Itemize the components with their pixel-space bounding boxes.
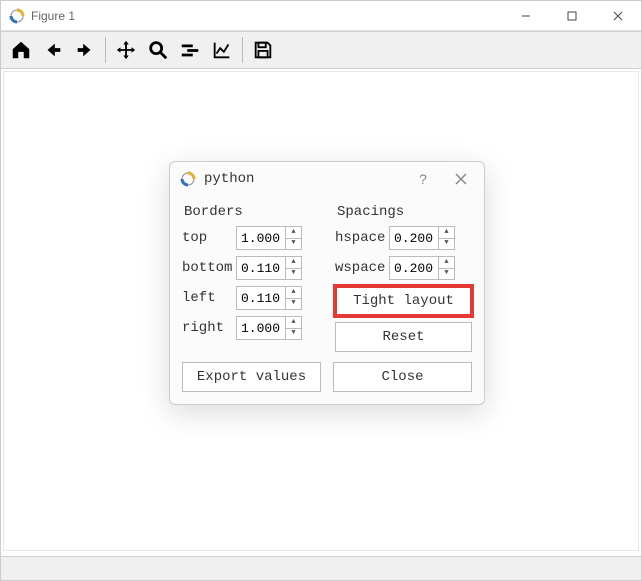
statusbar xyxy=(1,556,641,580)
right-input[interactable] xyxy=(237,317,285,339)
home-icon[interactable] xyxy=(6,35,36,65)
spin-up-icon[interactable]: ▲ xyxy=(439,227,454,239)
window-controls xyxy=(503,1,641,31)
toolbar-separator xyxy=(105,37,106,63)
dialog-close-button[interactable] xyxy=(442,164,480,194)
export-values-button[interactable]: Export values xyxy=(182,362,321,392)
axes-edit-icon[interactable] xyxy=(207,35,237,65)
top-input[interactable] xyxy=(237,227,285,249)
zoom-icon[interactable] xyxy=(143,35,173,65)
spin-up-icon[interactable]: ▲ xyxy=(286,317,301,329)
bottom-input[interactable] xyxy=(237,257,285,279)
titlebar: Figure 1 xyxy=(1,1,641,31)
minimize-button[interactable] xyxy=(503,1,549,31)
reset-button[interactable]: Reset xyxy=(335,322,472,352)
spin-up-icon[interactable]: ▲ xyxy=(286,287,301,299)
spin-up-icon[interactable]: ▲ xyxy=(286,227,301,239)
main-window: Figure 1 xyxy=(0,0,642,581)
left-label: left xyxy=(182,290,236,306)
dialog-body: Borders top ▲▼ bottom ▲▼ xyxy=(170,196,484,404)
top-label: top xyxy=(182,230,236,246)
app-icon xyxy=(9,8,25,24)
back-icon[interactable] xyxy=(38,35,68,65)
close-button[interactable] xyxy=(595,1,641,31)
left-spinbox[interactable]: ▲▼ xyxy=(236,286,302,310)
close-dialog-button[interactable]: Close xyxy=(333,362,472,392)
bottom-label: bottom xyxy=(182,260,236,276)
wspace-spinbox[interactable]: ▲▼ xyxy=(389,256,455,280)
dialog-title: python xyxy=(204,171,404,187)
forward-icon[interactable] xyxy=(70,35,100,65)
spin-up-icon[interactable]: ▲ xyxy=(286,257,301,269)
bottom-spinbox[interactable]: ▲▼ xyxy=(236,256,302,280)
spin-down-icon[interactable]: ▼ xyxy=(286,329,301,340)
subplot-config-dialog: python ? Borders top ▲▼ xyxy=(169,161,485,405)
borders-group: Borders top ▲▼ bottom ▲▼ xyxy=(182,200,319,352)
spin-down-icon[interactable]: ▼ xyxy=(439,239,454,250)
window-title: Figure 1 xyxy=(31,9,503,23)
top-spinbox[interactable]: ▲▼ xyxy=(236,226,302,250)
dialog-titlebar: python ? xyxy=(170,162,484,196)
spin-down-icon[interactable]: ▼ xyxy=(286,269,301,280)
right-spinbox[interactable]: ▲▼ xyxy=(236,316,302,340)
subplots-config-icon[interactable] xyxy=(175,35,205,65)
help-button[interactable]: ? xyxy=(404,164,442,194)
toolbar-separator xyxy=(242,37,243,63)
move-icon[interactable] xyxy=(111,35,141,65)
spacings-group: Spacings hspace ▲▼ wspace ▲▼ xyxy=(335,200,472,352)
spin-up-icon[interactable]: ▲ xyxy=(439,257,454,269)
hspace-spinbox[interactable]: ▲▼ xyxy=(389,226,455,250)
tight-layout-button[interactable]: Tight layout xyxy=(335,286,472,316)
borders-label: Borders xyxy=(184,204,319,220)
spin-down-icon[interactable]: ▼ xyxy=(286,239,301,250)
hspace-label: hspace xyxy=(335,230,389,246)
spin-down-icon[interactable]: ▼ xyxy=(439,269,454,280)
wspace-input[interactable] xyxy=(390,257,438,279)
spacings-label: Spacings xyxy=(337,204,472,220)
hspace-input[interactable] xyxy=(390,227,438,249)
spin-down-icon[interactable]: ▼ xyxy=(286,299,301,310)
left-input[interactable] xyxy=(237,287,285,309)
python-icon xyxy=(180,171,196,187)
maximize-button[interactable] xyxy=(549,1,595,31)
toolbar xyxy=(1,31,641,69)
wspace-label: wspace xyxy=(335,260,389,276)
right-label: right xyxy=(182,320,236,336)
save-icon[interactable] xyxy=(248,35,278,65)
